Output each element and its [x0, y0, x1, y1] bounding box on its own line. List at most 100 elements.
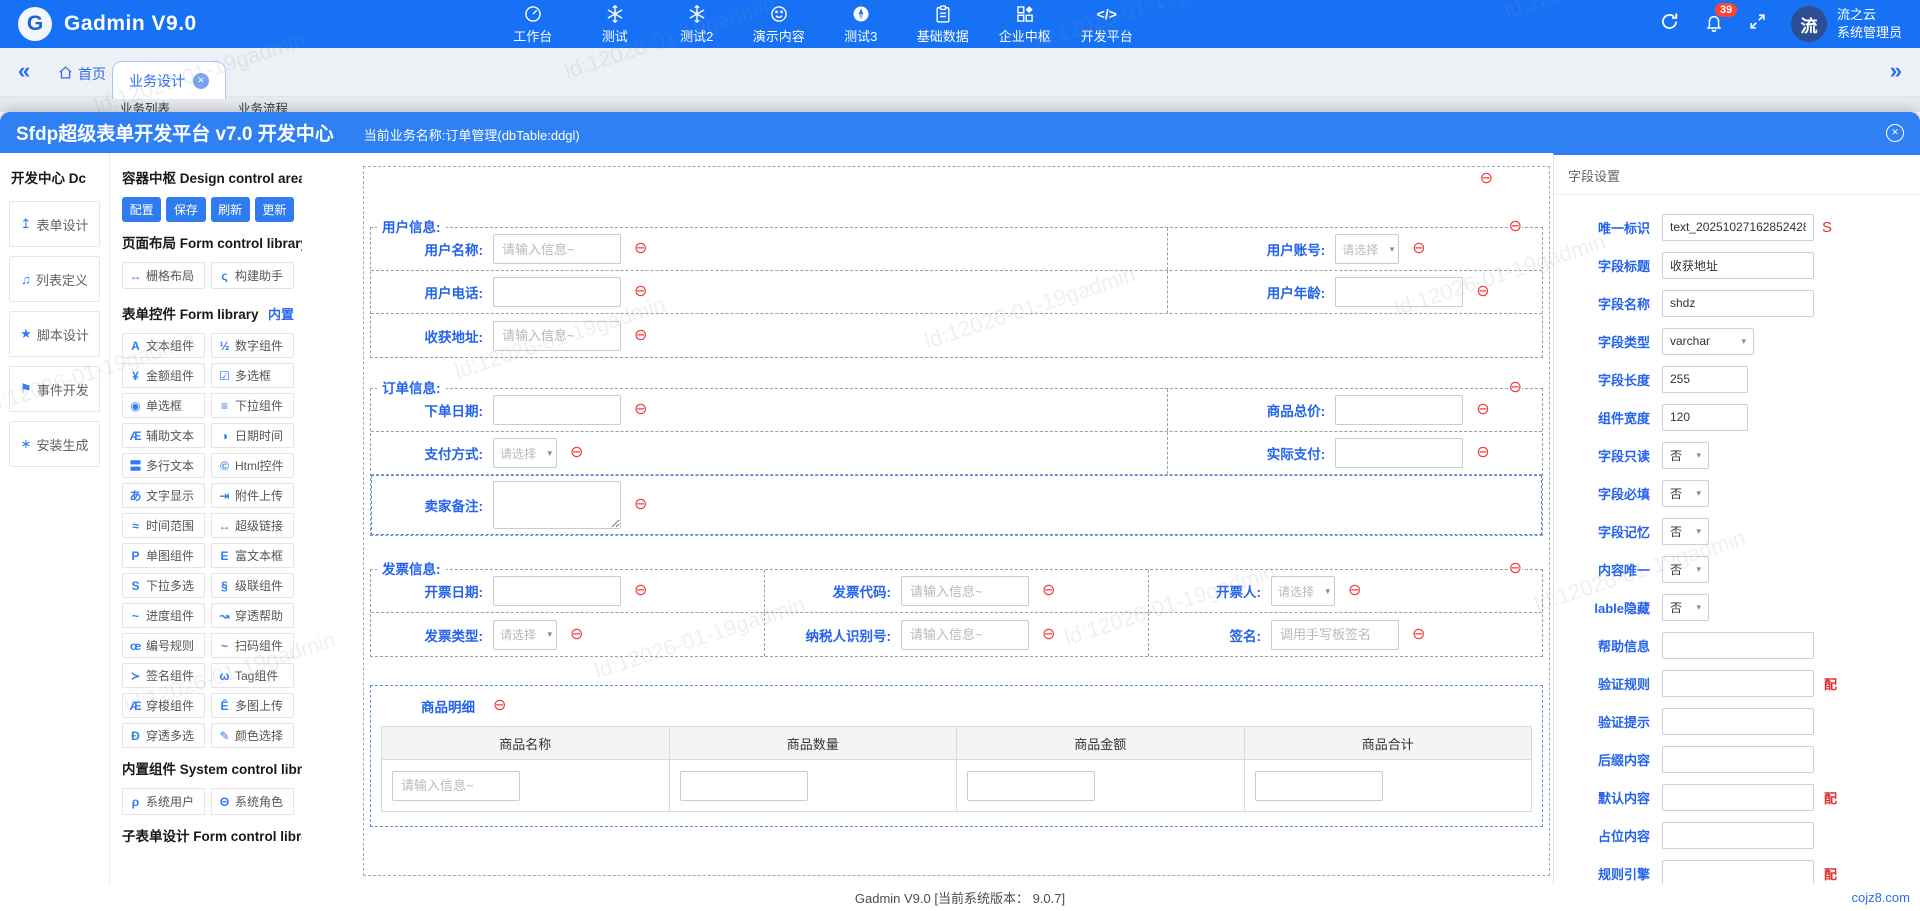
- tabs-expand-chevron[interactable]: »: [1890, 60, 1902, 82]
- settings-control[interactable]: 255: [1662, 365, 1748, 393]
- form-component-item[interactable]: ⇥ 附件上传: [211, 483, 294, 508]
- settings-control[interactable]: 120: [1662, 403, 1748, 431]
- settings-control[interactable]: [1662, 669, 1814, 697]
- builtin-tag[interactable]: 内置: [268, 304, 294, 323]
- remove-field-icon[interactable]: ⊖: [634, 284, 647, 300]
- form-component-item[interactable]: Đ 穿透多选: [122, 723, 205, 748]
- order-total-input[interactable]: [1335, 395, 1464, 425]
- form-component-item[interactable]: A 文本组件: [122, 333, 205, 358]
- form-component-item[interactable]: ~ 进度组件: [122, 603, 205, 628]
- dev-center-item[interactable]: ⚑ 事件开发: [9, 366, 100, 412]
- remove-field-icon[interactable]: ⊖: [1476, 284, 1489, 300]
- form-component-item[interactable]: 〓 多行文本: [122, 453, 205, 478]
- remove-field-icon[interactable]: ⊖: [1348, 583, 1361, 599]
- product-name-input[interactable]: [392, 770, 520, 801]
- form-component-item[interactable]: P 单图组件: [122, 543, 205, 568]
- remove-field-icon[interactable]: ⊖: [634, 327, 647, 344]
- form-component-item[interactable]: ↝ 穿透帮助: [211, 603, 294, 628]
- form-component-item[interactable]: ≻ 签名组件: [122, 663, 205, 688]
- refresh-icon[interactable]: [1659, 11, 1680, 37]
- settings-control[interactable]: [1662, 821, 1814, 849]
- taxpayer-id-input[interactable]: [901, 619, 1029, 650]
- remove-field-icon[interactable]: ⊖: [634, 583, 647, 599]
- modal-close-icon[interactable]: ✕: [1886, 123, 1904, 142]
- invoice-date-input[interactable]: [493, 576, 621, 606]
- settings-control[interactable]: [1662, 783, 1814, 811]
- dev-center-item[interactable]: ↥ 表单设计: [9, 201, 100, 247]
- product-qty-input[interactable]: [679, 770, 808, 801]
- remove-field-icon[interactable]: ⊖: [1042, 626, 1055, 643]
- settings-control[interactable]: [1662, 631, 1814, 659]
- settings-control[interactable]: 否 ▾: [1662, 593, 1709, 621]
- nav-item-workbench[interactable]: 工作台: [507, 4, 559, 45]
- settings-control[interactable]: [1662, 707, 1814, 735]
- settings-control[interactable]: text_20251027162852428: [1662, 213, 1814, 241]
- settings-control[interactable]: [1662, 745, 1814, 773]
- signature-input[interactable]: [1271, 619, 1399, 650]
- remove-field-icon[interactable]: ⊖: [634, 402, 647, 418]
- form-component-item[interactable]: ↔ 超级链接: [211, 513, 294, 538]
- fullscreen-icon[interactable]: [1748, 12, 1767, 36]
- settings-control[interactable]: 否 ▾: [1662, 479, 1709, 507]
- settings-control[interactable]: 否 ▾: [1662, 517, 1709, 545]
- form-component-item[interactable]: ½ 数字组件: [211, 333, 294, 358]
- user-age-input[interactable]: [1335, 277, 1464, 307]
- system-component-item[interactable]: ρ 系统用户: [122, 788, 205, 815]
- remove-field-icon[interactable]: ⊖: [570, 445, 583, 461]
- form-component-item[interactable]: ω Tag组件: [211, 663, 294, 688]
- remove-field-icon[interactable]: ⊖: [634, 497, 647, 513]
- tab-business-design[interactable]: 业务设计 ✕: [112, 61, 226, 99]
- user-account-select[interactable]: 请选择 ▾: [1335, 234, 1400, 264]
- user-name-input[interactable]: [493, 234, 621, 264]
- user-phone-input[interactable]: [493, 277, 621, 307]
- seller-remark-textarea[interactable]: [493, 481, 621, 529]
- form-component-item[interactable]: あ 文字显示: [122, 483, 205, 508]
- form-component-item[interactable]: ◑ 日期时间: [211, 423, 294, 448]
- settings-control[interactable]: varchar ▾: [1662, 327, 1754, 355]
- form-component-item[interactable]: § 级联组件: [211, 573, 294, 598]
- nav-item-enterprise[interactable]: 企业中枢: [999, 4, 1051, 45]
- nav-item-basedata[interactable]: 基础数据: [917, 4, 969, 45]
- form-component-item[interactable]: ☑ 多选框: [211, 363, 294, 388]
- form-component-item[interactable]: Æ 穿梭组件: [122, 693, 205, 718]
- system-component-item[interactable]: Θ 系统角色: [211, 788, 294, 815]
- user-address-input[interactable]: [493, 320, 621, 351]
- notifications-bell[interactable]: 39: [1704, 2, 1738, 37]
- subtab-business-flow[interactable]: 业务流程: [238, 98, 288, 112]
- invoice-type-select[interactable]: 请选择 ▾: [493, 619, 557, 650]
- layout-item[interactable]: ↔ 栅格布局: [122, 262, 205, 289]
- dev-center-item[interactable]: ∗ 安装生成: [9, 421, 100, 467]
- nav-item-test3[interactable]: 测试3: [835, 4, 887, 45]
- nav-item-test[interactable]: 测试: [589, 4, 641, 45]
- settings-control[interactable]: [1662, 859, 1814, 887]
- product-subtotal-input[interactable]: [1254, 770, 1383, 801]
- configure-link[interactable]: 配: [1824, 864, 1837, 883]
- remove-field-icon[interactable]: ⊖: [1042, 583, 1055, 599]
- form-component-item[interactable]: E 富文本框: [211, 543, 294, 568]
- form-component-item[interactable]: ◉ 单选框: [122, 393, 205, 418]
- product-amount-input[interactable]: [967, 770, 1095, 801]
- pay-method-select[interactable]: 请选择 ▾: [493, 438, 557, 468]
- settings-control[interactable]: 收获地址: [1662, 251, 1814, 279]
- design-action-button[interactable]: 更新: [254, 197, 294, 222]
- nav-item-devplatform[interactable]: </> 开发平台: [1081, 4, 1133, 45]
- form-component-item[interactable]: Æ 辅助文本: [122, 423, 205, 448]
- remove-field-icon[interactable]: ⊖: [1476, 402, 1489, 418]
- form-component-item[interactable]: Ê 多图上传: [211, 693, 294, 718]
- design-action-button[interactable]: 配置: [122, 197, 162, 222]
- configure-link[interactable]: 配: [1824, 674, 1837, 693]
- actual-pay-input[interactable]: [1335, 438, 1464, 468]
- form-component-item[interactable]: S 下拉多选: [122, 573, 205, 598]
- tabs-collapse-chevron[interactable]: «: [18, 60, 30, 82]
- invoice-code-input[interactable]: [901, 576, 1029, 606]
- subtab-business-list[interactable]: 业务列表: [120, 98, 170, 112]
- settings-control[interactable]: 否 ▾: [1662, 441, 1709, 469]
- form-component-item[interactable]: ¥ 金额组件: [122, 363, 205, 388]
- design-action-button[interactable]: 刷新: [210, 197, 250, 222]
- invoice-issuer-select[interactable]: 请选择 ▾: [1271, 576, 1335, 606]
- remove-subtable-icon[interactable]: ⊖: [493, 698, 506, 714]
- design-action-button[interactable]: 保存: [166, 197, 206, 222]
- settings-control[interactable]: shdz: [1662, 289, 1814, 317]
- form-component-item[interactable]: ~ 扫码组件: [211, 633, 294, 658]
- remove-field-icon[interactable]: ⊖: [1412, 626, 1425, 643]
